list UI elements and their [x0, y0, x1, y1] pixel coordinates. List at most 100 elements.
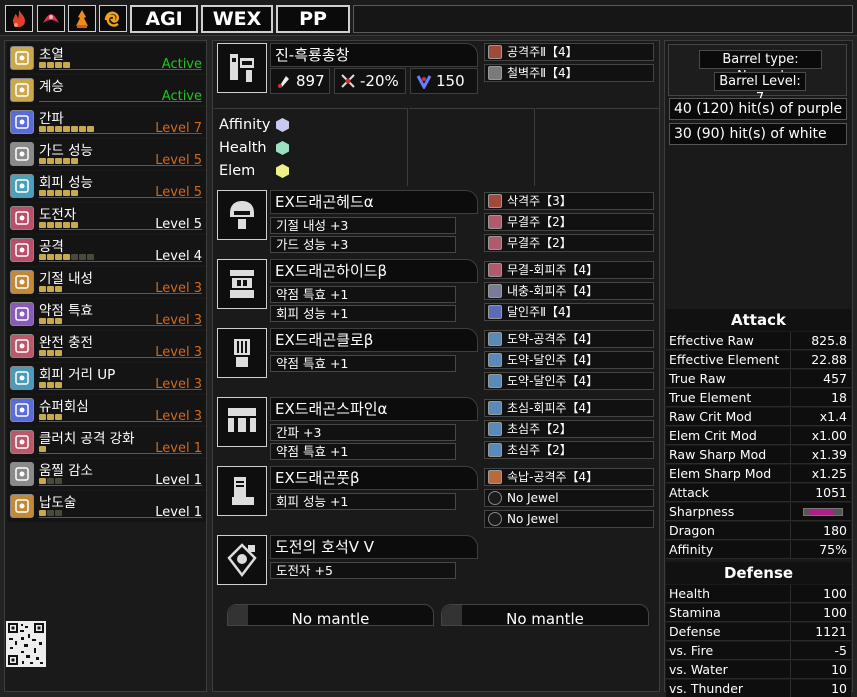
helm-icon[interactable] — [217, 190, 267, 240]
skill-level-bar — [39, 414, 62, 420]
jewel-label: 도약-달인주【4】 — [507, 374, 599, 388]
skill-level: Level 1 — [155, 505, 202, 520]
stat-divider — [790, 332, 791, 350]
skill-pip — [55, 62, 62, 68]
weapon-defense-value: 150 — [436, 72, 465, 90]
skill-row[interactable]: 가드 성능 Level 5 — [7, 139, 206, 170]
stat-label: Defense — [669, 624, 721, 639]
skill-icon — [10, 430, 34, 454]
skill-row[interactable]: 납도술 Level 1 — [7, 491, 206, 522]
stat-label: Elem Crit Mod — [669, 428, 757, 443]
weapon-jewel-1[interactable]: 공격주Ⅱ【4】 — [484, 43, 654, 61]
jewel-slot[interactable]: 무결주【2】 — [484, 213, 654, 231]
jewel-icon — [488, 332, 502, 346]
skill-icon — [10, 366, 34, 390]
armor-piece-name[interactable]: EX드래곤클로β — [270, 328, 478, 352]
skill-pip — [63, 126, 70, 132]
stat-value: 75% — [819, 542, 847, 557]
skill-level-bar — [39, 158, 78, 164]
jewel-slot[interactable]: 무결주【2】 — [484, 234, 654, 252]
affinity-icon — [341, 74, 355, 88]
skill-pip — [47, 62, 54, 68]
skill-pip — [63, 158, 70, 164]
mantle-label: No mantle — [506, 610, 584, 626]
skill-row[interactable]: 도전자 Level 5 — [7, 203, 206, 234]
jewel-label: 무결주【2】 — [507, 215, 572, 229]
skill-row[interactable]: 클러치 공격 강화 Level 1 — [7, 427, 206, 458]
jewel-slot[interactable]: 도약-공격주【4】 — [484, 330, 654, 348]
skill-pip — [55, 478, 62, 484]
flame-element-icon[interactable] — [68, 5, 96, 32]
skill-row[interactable]: 공격 Level 4 — [7, 235, 206, 266]
wex-button[interactable]: WEX — [201, 5, 273, 33]
chest-armor-icon[interactable] — [217, 259, 267, 309]
jewel-icon — [488, 236, 502, 250]
jewel-slot[interactable]: 내충-회피주【4】 — [484, 282, 654, 300]
weapon-slot-panel-3 — [536, 108, 659, 186]
jewel-slot[interactable]: 도약-달인주【4】 — [484, 372, 654, 390]
skill-level: Level 5 — [155, 153, 202, 168]
jewel-slot[interactable]: 달인주Ⅱ【4】 — [484, 303, 654, 321]
armor-piece-name[interactable]: EX드래곤하이드β — [270, 259, 478, 283]
skill-level: Level 3 — [155, 281, 202, 296]
dragon-element-icon[interactable] — [37, 5, 65, 32]
agi-button[interactable]: AGI — [130, 5, 198, 33]
skill-pip — [71, 126, 78, 132]
skill-row[interactable]: 계승 Active — [7, 75, 206, 106]
jewel-slot[interactable]: 도약-달인주【4】 — [484, 351, 654, 369]
skill-icon — [10, 46, 34, 70]
jewel-label: 초심-회피주【4】 — [507, 401, 599, 415]
jewel-slot[interactable]: 삭격주【3】 — [484, 192, 654, 210]
skill-row[interactable]: 간파 Level 7 — [7, 107, 206, 138]
leg-armor-icon[interactable] — [217, 466, 267, 516]
skill-level: Level 3 — [155, 313, 202, 328]
waist-armor-icon[interactable] — [217, 397, 267, 447]
jewel-icon — [488, 305, 502, 319]
skill-row[interactable]: 슈퍼회심 Level 3 — [7, 395, 206, 426]
skill-row[interactable]: 기절 내성 Level 3 — [7, 267, 206, 298]
skill-row[interactable]: 회피 성능 Level 5 — [7, 171, 206, 202]
jewel-slot[interactable]: 속납-공격주【4】 — [484, 468, 654, 486]
arm-armor-icon[interactable] — [217, 328, 267, 378]
pp-button[interactable]: PP — [276, 5, 350, 33]
mantle-slot-1[interactable]: No mantle — [227, 604, 434, 626]
armor-piece-name[interactable]: EX드래곤스파인α — [270, 397, 478, 421]
jewel-slot[interactable]: 초심주【2】 — [484, 420, 654, 438]
jewel-slot[interactable]: 초심주【2】 — [484, 441, 654, 459]
jewel-label: 공격주Ⅱ【4】 — [507, 45, 578, 59]
skill-name: 공격 — [39, 239, 64, 255]
stat-divider — [790, 427, 791, 445]
skill-row[interactable]: 회피 거리 UP Level 3 — [7, 363, 206, 394]
weapon-name[interactable]: 진-흑룡총창 — [270, 43, 478, 67]
charm-icon[interactable] — [217, 535, 267, 585]
fire-element-icon[interactable] — [5, 5, 33, 32]
skill-row[interactable]: 초열 Active — [7, 43, 206, 74]
stat-value: x1.00 — [811, 428, 847, 443]
jewel-icon — [488, 374, 502, 388]
jewel-label: 속납-공격주【4】 — [507, 470, 599, 484]
stat-divider — [790, 465, 791, 483]
qr-code[interactable] — [6, 621, 46, 667]
mantle-slot-2[interactable]: No mantle — [441, 604, 649, 626]
skill-row[interactable]: 움찔 감소 Level 1 — [7, 459, 206, 490]
skill-pip — [47, 190, 54, 196]
skill-pip — [79, 126, 86, 132]
weapon-jewel-2[interactable]: 철벽주Ⅱ【4】 — [484, 64, 654, 82]
skill-name: 완전 충전 — [39, 335, 93, 351]
top-toolbar: AGI WEX PP — [0, 0, 857, 36]
stat-row: vs. Thunder 10 — [666, 680, 851, 697]
armor-piece-skill: 회피 성능 +1 — [270, 493, 456, 510]
jewel-slot[interactable]: 무결-회피주【4】 — [484, 261, 654, 279]
swirl-element-icon[interactable] — [99, 5, 127, 32]
gunlance-icon[interactable] — [217, 43, 267, 93]
skill-row[interactable]: 약점 특효 Level 3 — [7, 299, 206, 330]
skill-row[interactable]: 완전 충전 Level 3 — [7, 331, 206, 362]
jewel-slot[interactable]: No Jewel — [484, 510, 654, 528]
jewel-slot[interactable]: 초심-회피주【4】 — [484, 399, 654, 417]
armor-piece-name[interactable]: EX드래곤헤드α — [270, 190, 478, 214]
armor-piece-name[interactable]: EX드래곤풋β — [270, 466, 478, 490]
jewel-slot[interactable]: No Jewel — [484, 489, 654, 507]
charm-name[interactable]: 도전의 호석Ⅴ Ⅴ — [270, 535, 478, 559]
skill-name: 클러치 공격 강화 — [39, 431, 135, 447]
skill-pip — [71, 254, 78, 260]
